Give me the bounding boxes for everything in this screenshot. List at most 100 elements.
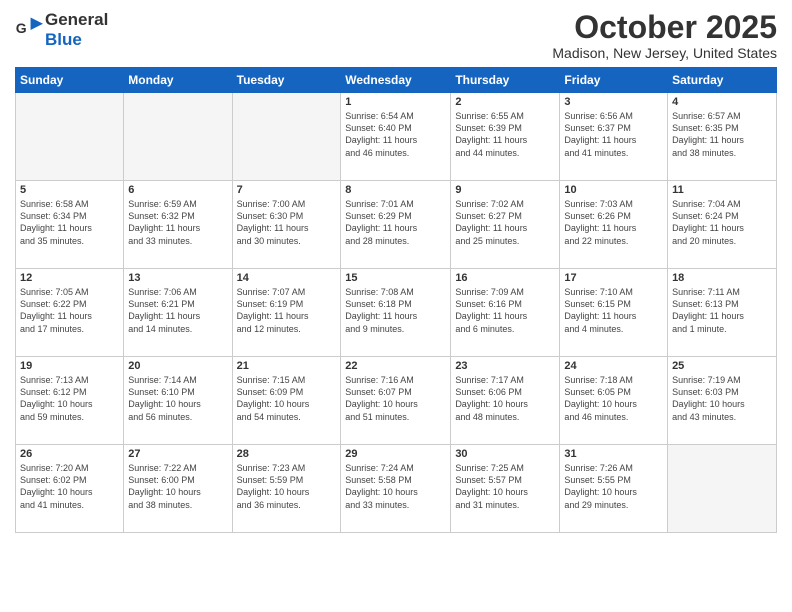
- calendar-cell: 1 Sunrise: 6:54 AM Sunset: 6:40 PM Daylig…: [341, 93, 451, 181]
- day-number: 22: [345, 360, 446, 372]
- location-subtitle: Madison, New Jersey, United States: [552, 45, 777, 61]
- day-info: Sunrise: 7:01 AM Sunset: 6:29 PM Dayligh…: [345, 198, 446, 247]
- day-number: 26: [20, 448, 119, 460]
- day-number: 13: [128, 272, 227, 284]
- day-number: 5: [20, 184, 119, 196]
- week-row-5: 26 Sunrise: 7:20 AM Sunset: 6:02 PM Dayli…: [16, 445, 777, 533]
- calendar-cell: 26 Sunrise: 7:20 AM Sunset: 6:02 PM Dayli…: [16, 445, 124, 533]
- week-row-2: 5 Sunrise: 6:58 AM Sunset: 6:34 PM Daylig…: [16, 181, 777, 269]
- day-number: 7: [237, 184, 337, 196]
- day-header-monday: Monday: [124, 68, 232, 93]
- day-info: Sunrise: 7:20 AM Sunset: 6:02 PM Dayligh…: [20, 462, 119, 511]
- day-info: Sunrise: 7:18 AM Sunset: 6:05 PM Dayligh…: [564, 374, 663, 423]
- calendar-cell: 7 Sunrise: 7:00 AM Sunset: 6:30 PM Daylig…: [232, 181, 341, 269]
- day-header-sunday: Sunday: [16, 68, 124, 93]
- day-info: Sunrise: 7:04 AM Sunset: 6:24 PM Dayligh…: [672, 198, 772, 247]
- day-info: Sunrise: 7:07 AM Sunset: 6:19 PM Dayligh…: [237, 286, 337, 335]
- calendar-cell: 8 Sunrise: 7:01 AM Sunset: 6:29 PM Daylig…: [341, 181, 451, 269]
- svg-text:G: G: [16, 20, 27, 36]
- day-number: 17: [564, 272, 663, 284]
- calendar-table: SundayMondayTuesdayWednesdayThursdayFrid…: [15, 67, 777, 533]
- day-info: Sunrise: 6:54 AM Sunset: 6:40 PM Dayligh…: [345, 110, 446, 159]
- day-info: Sunrise: 7:05 AM Sunset: 6:22 PM Dayligh…: [20, 286, 119, 335]
- day-number: 31: [564, 448, 663, 460]
- logo-general: General: [45, 10, 108, 29]
- day-number: 19: [20, 360, 119, 372]
- calendar-page: G General Blue October 2025 Madison, New…: [0, 0, 792, 612]
- day-number: 20: [128, 360, 227, 372]
- day-info: Sunrise: 7:13 AM Sunset: 6:12 PM Dayligh…: [20, 374, 119, 423]
- calendar-cell: 25Sunrise: 7:19 AM Sunset: 6:03 PM Dayli…: [668, 357, 777, 445]
- calendar-cell: 5 Sunrise: 6:58 AM Sunset: 6:34 PM Daylig…: [16, 181, 124, 269]
- calendar-cell: 31 Sunrise: 7:26 AM Sunset: 5:55 PM Dayli…: [560, 445, 668, 533]
- day-info: Sunrise: 7:25 AM Sunset: 5:57 PM Dayligh…: [455, 462, 555, 511]
- day-header-thursday: Thursday: [451, 68, 560, 93]
- day-info: Sunrise: 7:19 AM Sunset: 6:03 PM Dayligh…: [672, 374, 772, 423]
- calendar-cell: 23Sunrise: 7:17 AM Sunset: 6:06 PM Dayli…: [451, 357, 560, 445]
- day-number: 14: [237, 272, 337, 284]
- logo-text: General Blue: [45, 10, 108, 50]
- day-info: Sunrise: 7:00 AM Sunset: 6:30 PM Dayligh…: [237, 198, 337, 247]
- calendar-cell: 3Sunrise: 6:56 AM Sunset: 6:37 PM Daylig…: [560, 93, 668, 181]
- day-info: Sunrise: 7:26 AM Sunset: 5:55 PM Dayligh…: [564, 462, 663, 511]
- calendar-cell: 18Sunrise: 7:11 AM Sunset: 6:13 PM Dayli…: [668, 269, 777, 357]
- logo-blue: Blue: [45, 30, 82, 49]
- day-info: Sunrise: 7:03 AM Sunset: 6:26 PM Dayligh…: [564, 198, 663, 247]
- calendar-cell: 6Sunrise: 6:59 AM Sunset: 6:32 PM Daylig…: [124, 181, 232, 269]
- page-header: G General Blue October 2025 Madison, New…: [15, 10, 777, 61]
- month-year-title: October 2025: [552, 10, 777, 45]
- calendar-cell: 19 Sunrise: 7:13 AM Sunset: 6:12 PM Dayli…: [16, 357, 124, 445]
- day-number: 30: [455, 448, 555, 460]
- day-number: 15: [345, 272, 446, 284]
- calendar-cell: 12 Sunrise: 7:05 AM Sunset: 6:22 PM Dayli…: [16, 269, 124, 357]
- day-number: 4: [672, 96, 772, 108]
- calendar-cell: 29 Sunrise: 7:24 AM Sunset: 5:58 PM Dayli…: [341, 445, 451, 533]
- day-number: 12: [20, 272, 119, 284]
- day-number: 28: [237, 448, 337, 460]
- day-info: Sunrise: 7:10 AM Sunset: 6:15 PM Dayligh…: [564, 286, 663, 335]
- day-number: 10: [564, 184, 663, 196]
- day-info: Sunrise: 7:16 AM Sunset: 6:07 PM Dayligh…: [345, 374, 446, 423]
- calendar-cell: [16, 93, 124, 181]
- day-number: 9: [455, 184, 555, 196]
- calendar-cell: 27 Sunrise: 7:22 AM Sunset: 6:00 PM Dayli…: [124, 445, 232, 533]
- day-header-saturday: Saturday: [668, 68, 777, 93]
- day-number: 18: [672, 272, 772, 284]
- day-info: Sunrise: 7:06 AM Sunset: 6:21 PM Dayligh…: [128, 286, 227, 335]
- calendar-cell: 15 Sunrise: 7:08 AM Sunset: 6:18 PM Dayli…: [341, 269, 451, 357]
- day-headers-row: SundayMondayTuesdayWednesdayThursdayFrid…: [16, 68, 777, 93]
- day-info: Sunrise: 6:58 AM Sunset: 6:34 PM Dayligh…: [20, 198, 119, 247]
- day-info: Sunrise: 7:02 AM Sunset: 6:27 PM Dayligh…: [455, 198, 555, 247]
- day-number: 27: [128, 448, 227, 460]
- calendar-cell: 17 Sunrise: 7:10 AM Sunset: 6:15 PM Dayli…: [560, 269, 668, 357]
- calendar-cell: 28Sunrise: 7:23 AM Sunset: 5:59 PM Dayli…: [232, 445, 341, 533]
- day-number: 1: [345, 96, 446, 108]
- calendar-cell: 14 Sunrise: 7:07 AM Sunset: 6:19 PM Dayli…: [232, 269, 341, 357]
- day-info: Sunrise: 7:14 AM Sunset: 6:10 PM Dayligh…: [128, 374, 227, 423]
- day-header-wednesday: Wednesday: [341, 68, 451, 93]
- day-header-friday: Friday: [560, 68, 668, 93]
- week-row-3: 12 Sunrise: 7:05 AM Sunset: 6:22 PM Dayli…: [16, 269, 777, 357]
- day-info: Sunrise: 7:17 AM Sunset: 6:06 PM Dayligh…: [455, 374, 555, 423]
- day-number: 24: [564, 360, 663, 372]
- day-number: 6: [128, 184, 227, 196]
- day-info: Sunrise: 7:09 AM Sunset: 6:16 PM Dayligh…: [455, 286, 555, 335]
- calendar-cell: [232, 93, 341, 181]
- calendar-cell: 16Sunrise: 7:09 AM Sunset: 6:16 PM Dayli…: [451, 269, 560, 357]
- calendar-cell: 22 Sunrise: 7:16 AM Sunset: 6:07 PM Dayli…: [341, 357, 451, 445]
- calendar-cell: 9 Sunrise: 7:02 AM Sunset: 6:27 PM Daylig…: [451, 181, 560, 269]
- title-block: October 2025 Madison, New Jersey, United…: [552, 10, 777, 61]
- day-info: Sunrise: 6:56 AM Sunset: 6:37 PM Dayligh…: [564, 110, 663, 159]
- day-info: Sunrise: 7:22 AM Sunset: 6:00 PM Dayligh…: [128, 462, 227, 511]
- logo-icon: G: [15, 16, 43, 44]
- day-info: Sunrise: 7:08 AM Sunset: 6:18 PM Dayligh…: [345, 286, 446, 335]
- day-number: 8: [345, 184, 446, 196]
- calendar-cell: 4Sunrise: 6:57 AM Sunset: 6:35 PM Daylig…: [668, 93, 777, 181]
- calendar-cell: 2Sunrise: 6:55 AM Sunset: 6:39 PM Daylig…: [451, 93, 560, 181]
- logo: G General Blue: [15, 10, 108, 50]
- calendar-cell: 24 Sunrise: 7:18 AM Sunset: 6:05 PM Dayli…: [560, 357, 668, 445]
- day-number: 29: [345, 448, 446, 460]
- day-info: Sunrise: 7:24 AM Sunset: 5:58 PM Dayligh…: [345, 462, 446, 511]
- calendar-cell: 10 Sunrise: 7:03 AM Sunset: 6:26 PM Dayli…: [560, 181, 668, 269]
- day-info: Sunrise: 7:15 AM Sunset: 6:09 PM Dayligh…: [237, 374, 337, 423]
